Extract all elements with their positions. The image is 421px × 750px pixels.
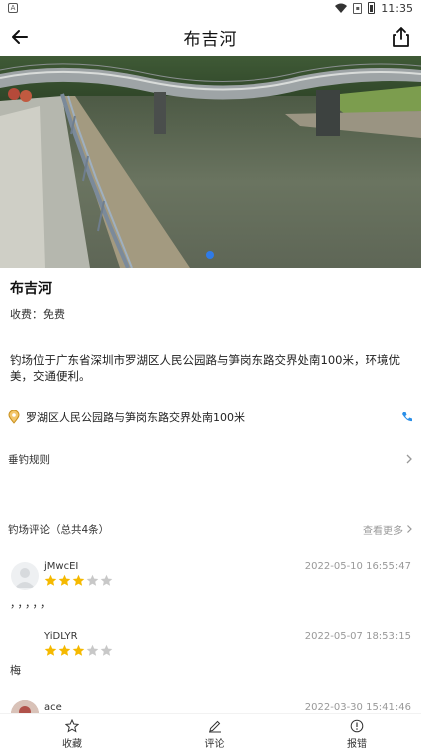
avatar[interactable] xyxy=(11,562,39,590)
report-error-label: 报错 xyxy=(347,739,367,750)
star-filled-icon xyxy=(44,644,57,656)
river-bridge-photo xyxy=(0,56,421,268)
comment-user: YiDLYR xyxy=(44,631,78,642)
chevron-right-icon xyxy=(407,525,412,533)
phone-icon[interactable] xyxy=(401,411,413,423)
star-empty-icon xyxy=(100,574,113,586)
star-filled-icon xyxy=(72,574,85,586)
status-time: 11:35 xyxy=(381,1,413,15)
star-filled-icon xyxy=(58,644,71,656)
report-error-button[interactable]: 报错 xyxy=(335,714,379,750)
star-filled-icon xyxy=(58,574,71,586)
status-bar: A ▪ 11:35 xyxy=(0,0,421,16)
star-filled-icon xyxy=(72,644,85,656)
rating-stars xyxy=(44,574,113,587)
favorite-button[interactable]: 收藏 xyxy=(50,714,94,750)
bottom-action-bar: 收藏 评论 报错 xyxy=(0,713,421,750)
spot-info: 布吉河 收费：免费 xyxy=(10,278,410,322)
comment-time: 2022-03-30 15:41:46 xyxy=(304,702,411,713)
comment-label: 评论 xyxy=(204,739,225,750)
star-empty-icon xyxy=(86,644,99,656)
share-icon[interactable] xyxy=(391,26,411,48)
page-title: 布吉河 xyxy=(183,29,238,50)
comment-time: 2022-05-10 16:55:47 xyxy=(304,561,411,572)
battery-icon xyxy=(368,2,376,14)
default-avatar-icon xyxy=(15,568,35,588)
comment-user: jMwcEI xyxy=(44,561,79,572)
spot-fee: 收费：免费 xyxy=(10,308,65,321)
comment-time: 2022-05-07 18:53:15 xyxy=(304,631,411,642)
wifi-icon xyxy=(335,3,348,13)
comment-user: ace xyxy=(44,702,62,713)
location-pin-icon xyxy=(8,410,20,424)
sim-icon: ▪ xyxy=(353,2,363,14)
spot-description: 钓场位于广东省深圳市罗湖区人民公园路与笋岗东路交界处南100米，环境优美，交通便… xyxy=(10,353,400,383)
comment-button[interactable]: 评论 xyxy=(193,714,237,750)
comments-title: 钓场评论（总共4条） xyxy=(8,523,110,536)
photo-gallery[interactable] xyxy=(0,56,421,268)
address-text: 罗湖区人民公园路与笋岗东路交界处南100米 xyxy=(26,411,245,424)
star-filled-icon xyxy=(44,574,57,586)
view-more-link[interactable]: 查看更多 xyxy=(363,522,413,537)
comment-body: 梅 xyxy=(10,664,23,677)
comment-body: ，，，，， xyxy=(10,597,53,610)
chevron-right-icon xyxy=(406,454,412,464)
fishing-rules-label: 垂钓规则 xyxy=(8,453,50,466)
comments-header: 钓场评论（总共4条） 查看更多 xyxy=(8,521,413,537)
alert-circle-icon xyxy=(350,719,364,733)
address-row[interactable]: 罗湖区人民公园路与笋岗东路交界处南100米 xyxy=(8,408,413,426)
spot-name: 布吉河 xyxy=(10,281,52,297)
rating-stars xyxy=(44,644,113,657)
star-empty-icon xyxy=(100,644,113,656)
fishing-rules-row[interactable]: 垂钓规则 xyxy=(8,449,413,469)
star-outline-icon xyxy=(65,719,79,733)
notification-badge: A xyxy=(8,3,18,13)
top-bar: 布吉河 xyxy=(0,16,421,58)
gallery-active-dot[interactable] xyxy=(206,251,214,259)
favorite-label: 收藏 xyxy=(62,739,82,750)
star-empty-icon xyxy=(86,574,99,586)
view-more-label: 查看更多 xyxy=(363,525,403,537)
edit-icon xyxy=(208,720,221,733)
back-arrow-icon[interactable] xyxy=(10,27,30,47)
